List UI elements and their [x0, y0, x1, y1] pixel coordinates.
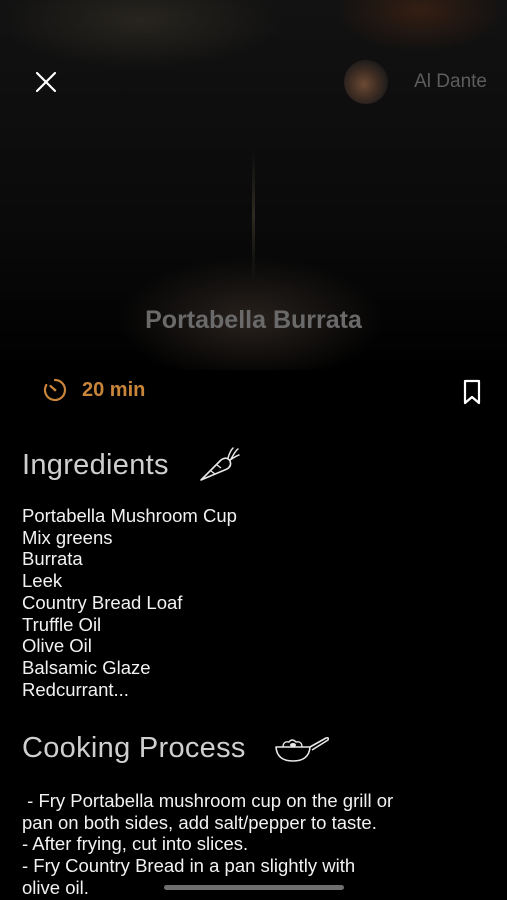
process-line: - Fry Country Bread in a pan slightly wi… — [22, 855, 356, 877]
recipe-title: Portabella Burrata — [145, 306, 362, 334]
list-item: Portabella Mushroom Cup — [22, 505, 237, 526]
cooking-time: 20 min — [42, 377, 145, 403]
carrot-icon — [199, 447, 240, 481]
timer-icon — [43, 378, 67, 402]
list-item: Truffle Oil — [22, 613, 102, 635]
process-line: - After frying, cut into slices. — [22, 833, 249, 855]
list-item: Balsamic Glaze — [22, 656, 151, 678]
cooking-process-text: - Fry Portabella mushroom cup on the gri… — [22, 790, 492, 899]
author-avatar — [344, 60, 389, 104]
close-button[interactable] — [30, 66, 62, 98]
process-line: - Fry Portabella mushroom cup on the gri… — [22, 790, 394, 811]
close-icon — [35, 71, 57, 93]
list-item: Country Bread Loaf — [22, 591, 183, 613]
cooking-time-text: 20 min — [82, 378, 146, 401]
list-item: Redcurrant... — [22, 678, 129, 700]
ingredients-header: Ingredients — [22, 446, 241, 484]
ingredients-title: Ingredients — [22, 448, 169, 481]
list-item: Burrata — [22, 548, 83, 570]
frying-pan-icon — [274, 736, 329, 762]
recipe-screen: Al Dante Portabella Burrata 20 min Ingre… — [0, 0, 507, 900]
bookmark-icon[interactable] — [459, 378, 485, 406]
author-chip[interactable]: Al Dante — [344, 60, 487, 104]
author-name: Al Dante — [414, 71, 487, 92]
home-indicator[interactable] — [164, 885, 344, 890]
list-item: Mix greens — [22, 526, 113, 548]
cooking-process-header: Cooking Process — [22, 731, 330, 765]
cooking-process-title: Cooking Process — [22, 731, 246, 764]
process-line: pan on both sides, add salt/pepper to ta… — [22, 811, 377, 833]
list-item: Olive Oil — [22, 635, 92, 657]
ingredient-list: Portabella Mushroom Cup Mix greens Burra… — [22, 505, 237, 700]
list-item: Leek — [22, 570, 63, 592]
